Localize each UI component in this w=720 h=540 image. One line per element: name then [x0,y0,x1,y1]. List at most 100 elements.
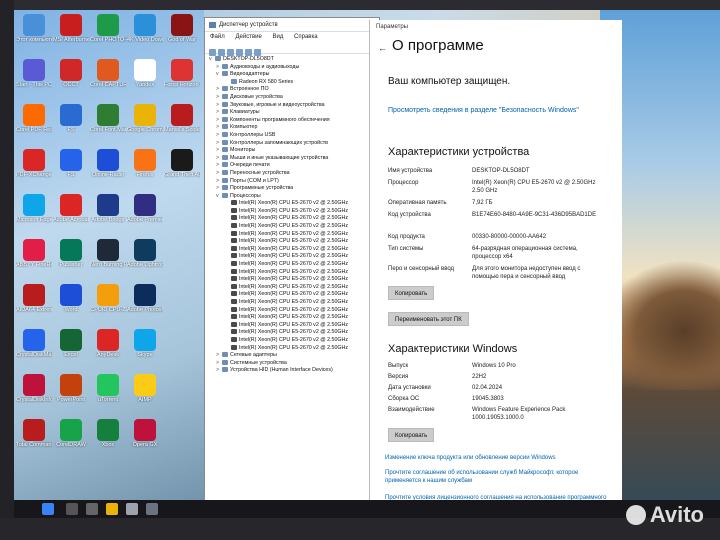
device-tree-item[interactable]: > Сетевые адаптеры [209,352,379,360]
devmgr-taskbar-icon[interactable] [146,503,158,515]
processor-item[interactable]: Intel(R) Xeon(R) CPU E5-2670 v2 @ 2.50GH… [209,261,379,269]
security-link[interactable]: Просмотреть сведения в разделе "Безопасн… [388,106,588,115]
processor-item[interactable]: Intel(R) Xeon(R) CPU E5-2670 v2 @ 2.50GH… [209,321,379,330]
settings-window[interactable]: Параметры ← О программе Ваш компьютер за… [369,20,622,514]
processor-item[interactable]: Intel(R) Xeon(R) CPU E5-2670 v2 @ 2.50GH… [209,291,379,299]
desktop-icon[interactable]: 4K Video Downloader [127,14,163,43]
desktop-icon[interactable]: MSI Afterburner [53,14,89,43]
desktop-icon[interactable]: Firefox [127,149,163,178]
help-icon[interactable] [236,49,243,56]
device-manager-window[interactable]: Диспетчер устройств Файл Действие Вид Сп… [204,17,380,503]
desktop-icon[interactable]: AIDA64 Extreme [16,284,52,313]
processor-item[interactable]: Intel(R) Xeon(R) CPU E5-2670 v2 @ 2.50GH… [209,245,379,254]
device-tree-item[interactable]: > Устройства HID (Human Interface Devices… [209,367,379,375]
desktop-icon[interactable]: Adobe Lightroom [127,239,163,268]
processor-item[interactable]: Intel(R) Xeon(R) CPU E5-2670 v2 @ 2.50GH… [209,344,379,353]
settings-titlebar[interactable]: Параметры [370,20,622,34]
desktop-icon[interactable]: AnyDesk [90,329,126,358]
device-tree-item[interactable]: Radeon RX 580 Series [209,78,379,87]
desktop-icon[interactable]: Opera GX [127,419,163,448]
desktop-icon[interactable]: Word [53,284,89,313]
desktop-icon[interactable]: Nero Burning ROM [90,239,126,268]
monitor-icon[interactable] [254,49,261,56]
rename-pc-button[interactable]: Переименовать этот ПК [388,312,469,326]
desktop-icon[interactable]: ABBYY FineReader [16,239,52,268]
processor-item[interactable]: Intel(R) Xeon(R) CPU E5-2670 v2 @ 2.50GH… [209,314,379,322]
properties-icon[interactable] [227,49,234,56]
product-key-link[interactable]: Изменение ключа продукта или обновление … [385,454,610,462]
device-tree-item[interactable]: > Встроенное ПО [209,86,379,94]
processor-item[interactable]: Intel(R) Xeon(R) CPU E5-2670 v2 @ 2.50GH… [209,268,379,277]
forward-icon[interactable] [218,49,225,56]
device-tree-item[interactable]: > Компоненты программного обеспечения [209,116,379,125]
device-tree-item[interactable]: > Очереди печати [209,162,379,170]
search-icon[interactable] [66,503,78,515]
desktop-icon[interactable]: Corel PDF Reader [16,104,52,133]
desktop-icon[interactable]: Adobe Bridge [90,194,126,223]
desktop-icon[interactable]: Google Chrome [127,104,163,133]
device-tree-item[interactable]: > Контроллеры USB [209,131,379,140]
processor-item[interactable]: Intel(R) Xeon(R) CPU E5-2670 v2 @ 2.50GH… [209,230,379,239]
device-tree-item[interactable]: > Контроллеры запоминающих устройств [209,139,379,148]
desktop-icon[interactable]: Forza Horizon 4 [164,59,200,88]
desktop-icon[interactable]: PDF-XChange Viewer [16,149,52,178]
desktop-icon[interactable]: CrystalDiskMark [16,329,52,358]
processor-item[interactable]: Intel(R) Xeon(R) CPU E5-2670 v2 @ 2.50GH… [209,299,379,307]
desktop-icon[interactable]: CorelDRAW [53,419,89,448]
processor-item[interactable]: Intel(R) Xeon(R) CPU E5-2670 v2 @ 2.50GH… [209,253,379,261]
desktop-icon[interactable]: Corel CAPTURE [90,59,126,88]
processor-item[interactable]: Intel(R) Xeon(R) CPU E5-2670 v2 @ 2.50GH… [209,283,379,292]
device-tree-item[interactable]: > Порты (COM и LPT) [209,177,379,186]
desktop-icon[interactable]: FS [53,104,89,133]
processor-item[interactable]: Intel(R) Xeon(R) CPU E5-2670 v2 @ 2.50GH… [209,329,379,337]
desktop-icon[interactable]: Corel Font Manager [90,104,126,133]
menu-view[interactable]: Вид [273,34,284,40]
processor-item[interactable]: Intel(R) Xeon(R) CPU E5-2670 v2 @ 2.50GH… [209,276,379,284]
desktop-icon[interactable]: Total Commander [16,419,52,448]
desktop-icon[interactable]: Microsoft Edge [16,194,52,223]
desktop-icon[interactable]: God of War [164,14,200,43]
desktop-icon[interactable]: PowerPoint [53,374,89,403]
device-tree-item[interactable]: > Компьютер [209,124,379,132]
desktop-icon[interactable]: Skype [127,329,163,358]
device-tree-item[interactable]: v Процессоры [209,192,379,201]
desktop-icon[interactable]: Online-Radio [90,149,126,178]
explorer-icon[interactable] [106,503,118,515]
processor-item[interactable]: Intel(R) Xeon(R) CPU E5-2670 v2 @ 2.50GH… [209,223,379,231]
desktop-icon[interactable]: Adobe Premiere Pro [127,194,163,223]
processor-item[interactable]: Intel(R) Xeon(R) CPU E5-2670 v2 @ 2.50GH… [209,336,379,345]
desktop-icon[interactable]: Adobe Acrobat [53,194,89,223]
desktop-icon[interactable]: OCCT [53,59,89,88]
copy-windows-button[interactable]: Копировать [388,428,435,442]
desktop-icon[interactable]: Marvel's Spider-Man [164,104,200,133]
scan-icon[interactable] [245,49,252,56]
back-arrow-icon[interactable]: ← [378,43,387,53]
desktop-icon[interactable]: CrystalDiskInfo [16,374,52,403]
desktop-icon[interactable]: Yandex [127,59,163,88]
processor-item[interactable]: Intel(R) Xeon(R) CPU E5-2670 v2 @ 2.50GH… [209,306,379,315]
device-tree-item[interactable]: v Видеоадаптеры [209,71,379,79]
desktop-icon[interactable]: Start - This PC [16,59,52,88]
desktop-icon[interactable]: Grand Theft Auto V [164,149,200,178]
start-icon[interactable] [42,503,54,515]
settings-taskbar-icon[interactable] [126,503,138,515]
device-tree-item[interactable]: > Аудиовходы и аудиовыходы [209,63,379,72]
desktop-icon[interactable]: Corel PHOTO-PA... [90,14,126,43]
devmgr-titlebar[interactable]: Диспетчер устройств [205,18,379,32]
desktop-icon[interactable]: uTorrent [90,374,126,403]
desktop-icon[interactable]: Adobe Photoshop [127,284,163,313]
device-tree-item[interactable]: > Мыши и иные указывающие устройства [209,154,379,163]
processor-item[interactable]: Intel(R) Xeon(R) CPU E5-2670 v2 @ 2.50GH… [209,200,379,208]
services-agreement-link[interactable]: Прочтите соглашение об использовании слу… [385,469,610,485]
desktop-icon[interactable]: FS [53,149,89,178]
processor-item[interactable]: Intel(R) Xeon(R) CPU E5-2670 v2 @ 2.50GH… [209,207,379,216]
processor-item[interactable]: Intel(R) Xeon(R) CPU E5-2670 v2 @ 2.50GH… [209,238,379,246]
desktop-icon[interactable]: AIMP [127,374,163,403]
desktop-icon[interactable]: Excel [53,329,89,358]
menu-help[interactable]: Справка [294,34,318,40]
processor-item[interactable]: Intel(R) Xeon(R) CPU E5-2670 v2 @ 2.50GH… [209,215,379,223]
copy-device-button[interactable]: Копировать [388,286,435,300]
menu-file[interactable]: Файл [210,34,225,40]
menu-action[interactable]: Действие [235,34,261,40]
task-view-icon[interactable] [86,503,98,515]
